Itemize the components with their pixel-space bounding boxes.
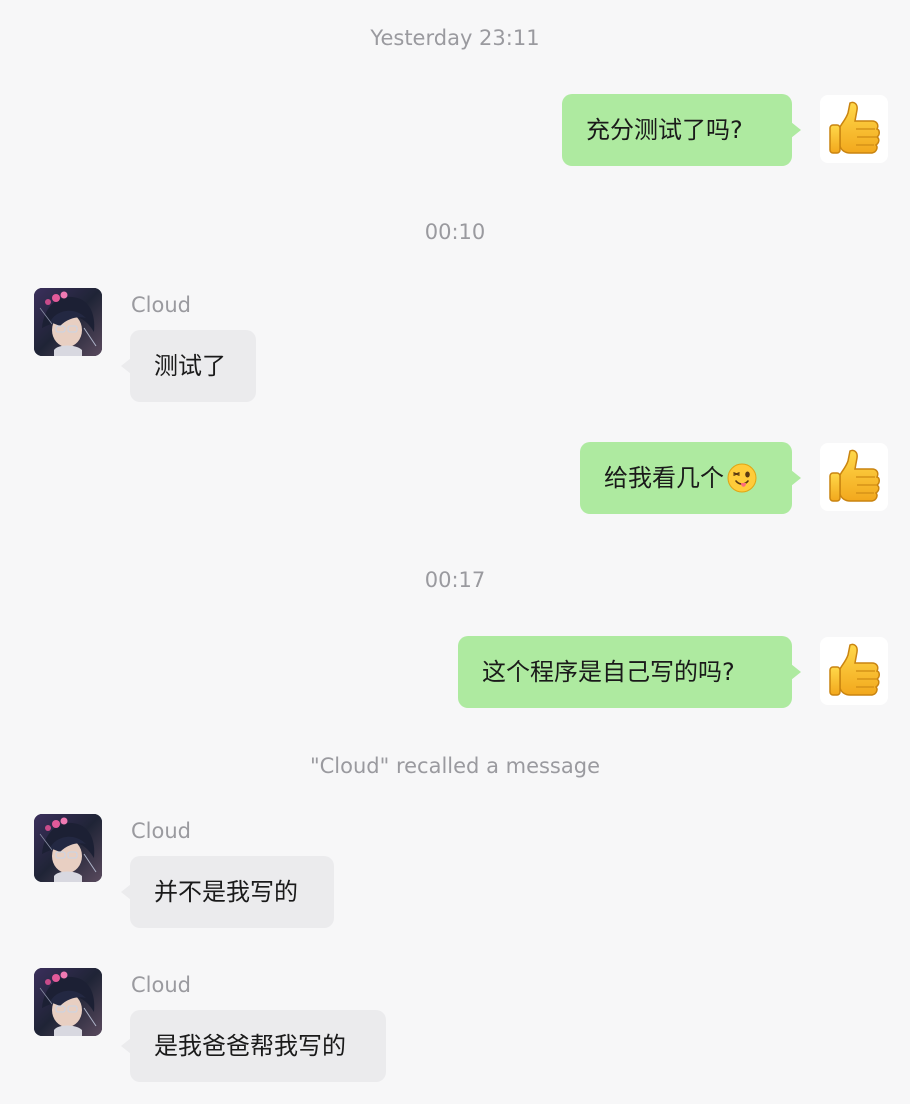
message-text: 测试了	[154, 352, 226, 380]
thumbs-up-icon	[820, 443, 888, 511]
message-text: 并不是我写的	[154, 878, 298, 906]
timestamp: 00:10	[424, 220, 486, 244]
anime-avatar-icon	[34, 968, 102, 1036]
message-bubble-incoming[interactable]: 是我爸爸帮我写的	[121, 1010, 386, 1082]
message-text: 给我看几个	[604, 464, 724, 492]
my-avatar[interactable]	[820, 443, 888, 511]
recall-notice: "Cloud" recalled a message	[309, 754, 600, 778]
sender-name: Cloud	[131, 293, 191, 317]
sender-name: Cloud	[131, 973, 191, 997]
winking-tongue-face-icon	[726, 462, 758, 494]
my-avatar[interactable]	[820, 637, 888, 705]
contact-avatar[interactable]	[34, 288, 102, 356]
anime-avatar-icon	[34, 814, 102, 882]
message-text: 这个程序是自己写的吗?	[482, 658, 735, 686]
message-bubble-outgoing[interactable]: 充分测试了吗?	[562, 94, 801, 166]
message-bubble-outgoing[interactable]: 给我看几个	[580, 442, 801, 514]
sender-name: Cloud	[131, 819, 191, 843]
thumbs-up-icon	[820, 95, 888, 163]
message-bubble-incoming[interactable]: 测试了	[121, 330, 256, 402]
timestamp: Yesterday 23:11	[370, 26, 540, 50]
my-avatar[interactable]	[820, 95, 888, 163]
contact-avatar[interactable]	[34, 968, 102, 1036]
message-bubble-incoming[interactable]: 并不是我写的	[121, 856, 334, 928]
message-text: 充分测试了吗?	[586, 116, 743, 144]
contact-avatar[interactable]	[34, 814, 102, 882]
message-text: 是我爸爸帮我写的	[154, 1032, 346, 1060]
anime-avatar-icon	[34, 288, 102, 356]
timestamp: 00:17	[424, 568, 486, 592]
message-bubble-outgoing[interactable]: 这个程序是自己写的吗?	[458, 636, 801, 708]
thumbs-up-icon	[820, 637, 888, 705]
